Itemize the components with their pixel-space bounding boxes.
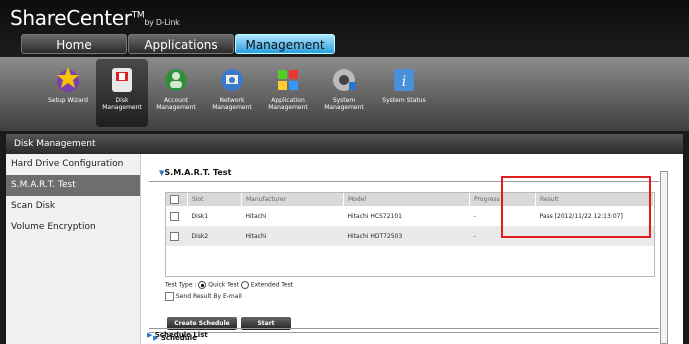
tool-label: Network Management <box>212 97 252 111</box>
row-select-cell <box>166 206 188 226</box>
tool-label: Account Management <box>156 97 196 111</box>
brand-logo: ShareCenterTMby D-Link <box>10 6 180 30</box>
extended-test-radio[interactable] <box>240 281 249 289</box>
sidebar: Hard Drive Configuration S.M.A.R.T. Test… <box>6 154 141 344</box>
schedule-list-label: Schedule List <box>154 331 208 339</box>
select-all-cell <box>166 193 188 206</box>
tool-disk-management[interactable]: Disk Management <box>96 59 148 127</box>
tool-system-management[interactable]: System Management <box>318 59 370 127</box>
select-all-checkbox[interactable] <box>170 195 179 204</box>
tool-account-management[interactable]: Account Management <box>150 59 202 127</box>
account-icon <box>165 69 187 91</box>
divider <box>149 328 659 329</box>
management-toolbar: Setup Wizard Disk Management Account Man… <box>0 57 689 131</box>
network-icon <box>221 69 243 91</box>
row-select-cell <box>166 226 188 246</box>
brand-tm: TM <box>131 10 145 21</box>
quick-test-label: Quick Test <box>208 281 239 289</box>
divider <box>149 332 659 333</box>
row-checkbox[interactable] <box>170 231 179 241</box>
svg-text:i: i <box>402 74 406 90</box>
row-checkbox[interactable] <box>170 211 179 221</box>
tool-label: Disk Management <box>102 97 142 111</box>
expand-triangle-icon: ▶ <box>147 331 153 339</box>
email-row: Send Result By E-mail <box>165 292 293 301</box>
cell-manufacturer: Hitachi <box>245 212 267 220</box>
tool-system-status[interactable]: i System Status <box>378 59 430 127</box>
sidebar-item-scan-disk[interactable]: Scan Disk <box>6 196 140 217</box>
sidebar-item-hard-drive-configuration[interactable]: Hard Drive Configuration <box>6 154 140 175</box>
cell-slot: Disk1 <box>191 212 209 220</box>
tab-management[interactable]: Management <box>235 34 335 54</box>
scrollbar[interactable] <box>660 171 668 344</box>
wizard-icon <box>57 67 79 92</box>
tool-label: System Status <box>382 97 426 104</box>
tab-home[interactable]: Home <box>21 34 127 54</box>
disk-icon <box>112 68 132 92</box>
send-email-label: Send Result By E-mail <box>175 293 242 300</box>
tool-network-management[interactable]: Network Management <box>206 59 258 127</box>
section-title: S.M.A.R.T. Test <box>164 168 232 177</box>
cell-model: Hitachi HCS72101 <box>347 212 402 220</box>
cell-slot: Disk2 <box>187 226 242 246</box>
sidebar-item-smart-test[interactable]: S.M.A.R.T. Test <box>6 175 140 196</box>
column-manufacturer[interactable]: Manufacturer <box>241 193 344 206</box>
tool-label: Setup Wizard <box>48 97 88 104</box>
tool-setup-wizard[interactable]: Setup Wizard <box>42 59 94 127</box>
send-email-checkbox[interactable] <box>165 292 174 301</box>
brand-by: by D-Link <box>144 18 180 27</box>
test-options: Test Type : Quick Test Extended Test Sen… <box>165 281 293 301</box>
disk-management-panel: Disk Management Hard Drive Configuration… <box>6 134 683 344</box>
tab-applications[interactable]: Applications <box>128 34 234 54</box>
tool-application-management[interactable]: Application Management <box>262 59 314 127</box>
sidebar-item-volume-encryption[interactable]: Volume Encryption <box>6 217 140 238</box>
top-bar: ShareCenterTMby D-Link Home Applications… <box>0 0 689 57</box>
cell-manufacturer: Hitachi <box>241 226 344 246</box>
schedule-list-section[interactable]: ▶ Schedule List <box>147 331 208 339</box>
test-type-row: Test Type : Quick Test Extended Test <box>165 281 293 289</box>
panel-title: Disk Management <box>6 134 683 154</box>
application-icon <box>278 70 298 90</box>
tool-label: System Management <box>324 97 364 111</box>
quick-test-radio[interactable] <box>198 281 207 289</box>
info-icon: i <box>394 69 414 91</box>
result-highlight-box <box>501 176 651 238</box>
cell-model: Hitachi HDT72503 <box>343 226 470 246</box>
column-slot[interactable]: Slot <box>187 193 242 206</box>
system-icon <box>333 69 356 91</box>
test-type-label: Test Type : <box>165 281 197 289</box>
brand-name: ShareCenter <box>10 6 132 30</box>
column-model[interactable]: Model <box>343 193 470 206</box>
extended-test-label: Extended Test <box>250 281 294 289</box>
tool-label: Application Management <box>268 97 308 111</box>
